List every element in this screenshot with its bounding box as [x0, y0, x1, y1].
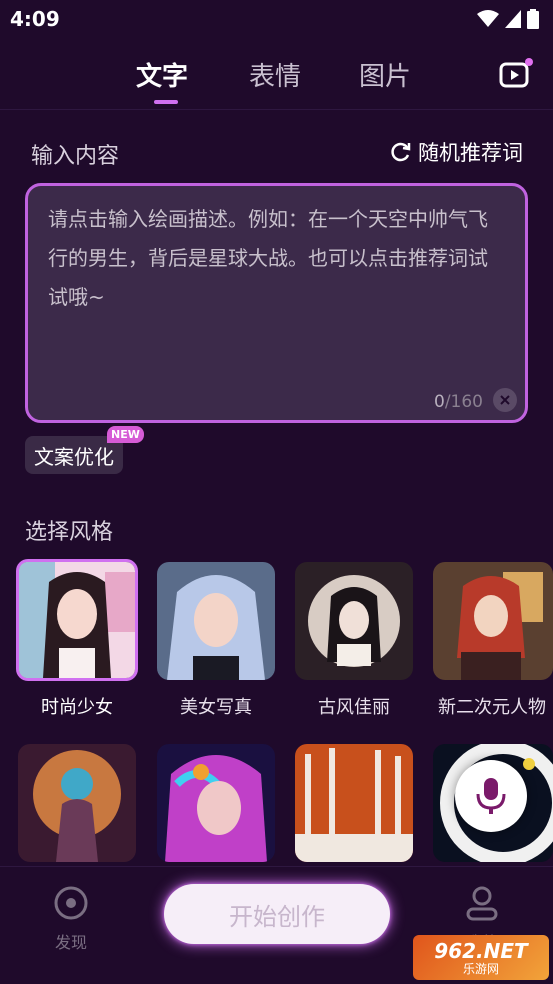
style-card-papercut-forest[interactable] [295, 744, 413, 862]
style-card-anime-character[interactable] [433, 562, 553, 680]
input-section-title: 输入内容 [31, 144, 120, 169]
site-watermark-logo: 962.NET 乐游网 [413, 935, 549, 980]
profile-icon [466, 886, 498, 921]
description-input[interactable]: 请点击输入绘画描述。例如：在一个天空中帅气飞行的男生，背后是星球大战。也可以点击… [25, 183, 528, 423]
top-tabs: 文字 表情 图片 [0, 40, 553, 110]
neon-girl-thumbnail [157, 744, 275, 862]
tab-text[interactable]: 文字 [136, 56, 188, 93]
description-placeholder: 请点击输入绘画描述。例如：在一个天空中帅气飞行的男生，背后是星球大战。也可以点击… [48, 207, 488, 309]
style-card-neon-girl[interactable] [157, 744, 275, 862]
discover-icon [54, 886, 88, 920]
style-label-portrait: 美女写真 [180, 697, 252, 718]
papercut-forest-thumbnail [295, 744, 413, 862]
tab-emoji[interactable]: 表情 [249, 56, 301, 93]
style-label-fashion-girl: 时尚少女 [41, 697, 113, 718]
video-tutorial-icon[interactable] [499, 58, 533, 90]
style-card-ancient-beauty[interactable] [295, 562, 413, 680]
peacock-thumbnail [18, 744, 136, 862]
voice-input-button[interactable] [455, 760, 527, 832]
ancient-beauty-thumbnail [295, 562, 413, 680]
close-icon [500, 395, 510, 405]
status-time: 4:09 [10, 7, 60, 31]
char-count-max: /160 [444, 392, 483, 412]
style-section-title: 选择风格 [25, 520, 114, 545]
style-card-portrait[interactable] [157, 562, 275, 680]
nav-discover[interactable]: 发现 [41, 885, 101, 953]
nav-discover-label: 发现 [54, 933, 87, 952]
style-label-ancient-beauty: 古风佳丽 [318, 697, 390, 718]
tab-image[interactable]: 图片 [359, 56, 411, 93]
tab-indicator [154, 100, 178, 104]
char-count-current: 0 [433, 392, 445, 412]
microphone-icon [476, 778, 506, 814]
char-counter: 0/160 [434, 392, 483, 412]
status-bar: 4:09 [0, 0, 553, 38]
style-card-peacock[interactable] [18, 744, 136, 862]
anime-character-thumbnail [433, 562, 553, 680]
new-badge: NEW [107, 426, 144, 443]
refresh-icon [391, 142, 411, 162]
signal-icon [505, 10, 521, 28]
clear-input-button[interactable] [493, 388, 517, 412]
style-card-fashion-girl[interactable] [16, 559, 138, 681]
watermark-top-text: 962.NET [434, 938, 528, 963]
fashion-girl-thumbnail [19, 562, 135, 678]
start-creating-label: 开始创作 [229, 902, 325, 931]
wifi-icon [477, 10, 499, 27]
style-label-anime-character: 新二次元人物 [438, 697, 546, 718]
battery-icon [527, 9, 539, 29]
optimize-text-label: 文案优化 [34, 444, 114, 469]
watermark-bottom-text: 乐游网 [462, 961, 499, 976]
status-icons [477, 9, 539, 29]
portrait-thumbnail [157, 562, 275, 680]
start-creating-button[interactable]: 开始创作 [164, 884, 390, 944]
random-words-button[interactable]: 随机推荐词 [390, 137, 523, 167]
random-words-label: 随机推荐词 [418, 141, 523, 165]
